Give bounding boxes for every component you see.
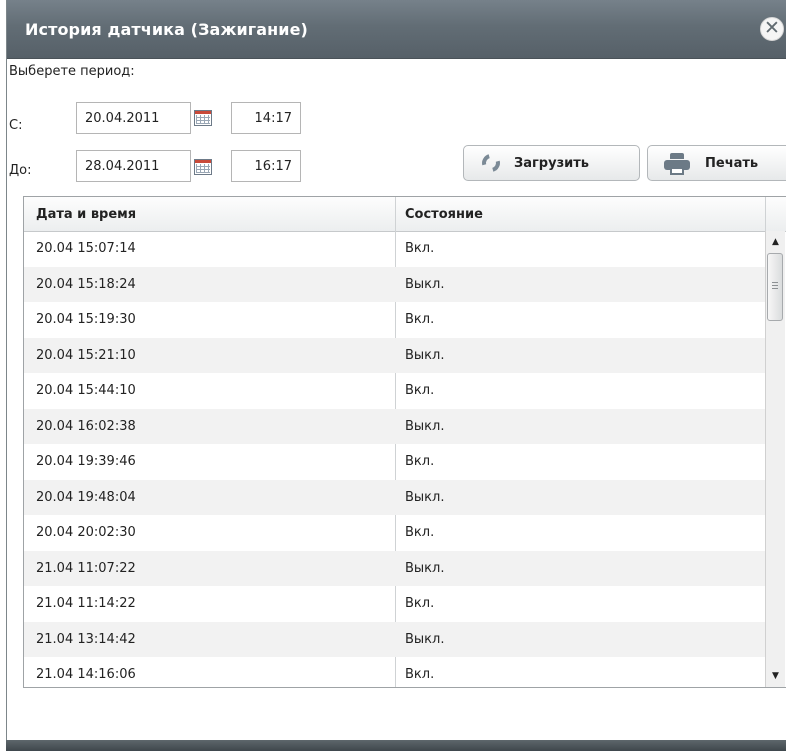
table-row[interactable]: 20.04 20:02:30 Вкл. (24, 515, 765, 551)
cell-datetime: 20.04 15:44:10 (36, 383, 136, 398)
table-row[interactable]: 21.04 14:16:06 Вкл. (24, 657, 765, 687)
sensor-history-dialog: История датчика (Зажигание) ✕ Выберете п… (6, 0, 786, 751)
print-button[interactable]: Печать (647, 145, 786, 181)
calendar-icon[interactable] (194, 159, 212, 175)
table-row[interactable]: 20.04 15:19:30 Вкл. (24, 302, 765, 338)
cell-datetime: 20.04 19:39:46 (36, 454, 136, 469)
cell-state: Выкл. (405, 560, 445, 576)
scroll-thumb[interactable] (767, 253, 783, 321)
column-header-state[interactable]: Состояние (405, 207, 483, 222)
cell-state: Вкл. (405, 667, 435, 682)
column-divider[interactable] (395, 197, 396, 231)
table-row[interactable]: 20.04 15:07:14 Вкл. (24, 231, 765, 267)
table-row[interactable]: 20.04 15:18:24 Выкл. (24, 266, 765, 302)
column-header-datetime[interactable]: Дата и время (36, 207, 136, 222)
cell-state: Выкл. (405, 276, 445, 292)
history-table: Дата и время Состояние 20.04 15:07:14 Вкл… (23, 196, 786, 688)
table-row[interactable]: 20.04 15:21:10 Выкл. (24, 337, 765, 373)
cell-datetime: 20.04 15:18:24 (36, 276, 136, 292)
period-prompt: Выберете период: (9, 64, 135, 79)
table-row[interactable]: 21.04 11:14:22 Вкл. (24, 586, 765, 622)
cell-state: Выкл. (405, 489, 445, 505)
from-date-input[interactable] (76, 102, 191, 134)
cell-datetime: 21.04 13:14:42 (36, 631, 136, 647)
load-button-label: Загрузить (514, 156, 589, 171)
calendar-icon[interactable] (194, 110, 212, 126)
load-button[interactable]: Загрузить (463, 145, 640, 181)
print-button-label: Печать (705, 156, 759, 171)
dialog-titlebar[interactable]: История датчика (Зажигание) ✕ (7, 0, 786, 59)
cell-state: Вкл. (405, 241, 435, 256)
table-scrollbar[interactable]: ▲ ▼ (765, 231, 785, 687)
close-icon[interactable]: ✕ (760, 17, 784, 41)
cell-datetime: 20.04 16:02:38 (36, 418, 136, 434)
cell-state: Вкл. (405, 525, 435, 540)
cell-datetime: 21.04 11:14:22 (36, 596, 136, 611)
cell-state: Выкл. (405, 418, 445, 434)
table-row[interactable]: 20.04 19:39:46 Вкл. (24, 444, 765, 480)
cell-datetime: 20.04 15:07:14 (36, 241, 136, 256)
column-divider (765, 197, 766, 231)
to-label: До: (9, 163, 32, 178)
cell-state: Вкл. (405, 312, 435, 327)
cell-datetime: 20.04 20:02:30 (36, 525, 136, 540)
to-time-input[interactable] (231, 150, 301, 182)
cell-state: Вкл. (405, 454, 435, 469)
cell-datetime: 21.04 14:16:06 (36, 667, 136, 682)
table-row[interactable]: 20.04 16:02:38 Выкл. (24, 408, 765, 444)
cell-datetime: 21.04 11:07:22 (36, 560, 136, 576)
scroll-down-arrow[interactable]: ▼ (766, 667, 785, 685)
from-time-input[interactable] (231, 102, 301, 134)
scroll-up-arrow[interactable]: ▲ (766, 233, 785, 251)
table-body: 20.04 15:07:14 Вкл. 20.04 15:18:24 Выкл. 2… (24, 231, 765, 687)
to-date-input[interactable] (76, 150, 191, 182)
cell-datetime: 20.04 15:21:10 (36, 347, 136, 363)
cell-datetime: 20.04 19:48:04 (36, 489, 136, 505)
printer-icon (664, 153, 690, 175)
table-row[interactable]: 20.04 19:48:04 Выкл. (24, 479, 765, 515)
cell-datetime: 20.04 15:19:30 (36, 312, 136, 327)
table-header: Дата и время Состояние (24, 197, 786, 232)
cell-state: Выкл. (405, 631, 445, 647)
cell-state: Выкл. (405, 347, 445, 363)
table-row[interactable]: 20.04 15:44:10 Вкл. (24, 373, 765, 409)
table-row[interactable]: 21.04 11:07:22 Выкл. (24, 550, 765, 586)
cell-state: Вкл. (405, 383, 435, 398)
from-label: С: (9, 118, 23, 133)
reload-icon (478, 150, 504, 176)
dialog-title: История датчика (Зажигание) (25, 20, 308, 39)
table-row[interactable]: 21.04 13:14:42 Выкл. (24, 621, 765, 657)
cell-state: Вкл. (405, 596, 435, 611)
